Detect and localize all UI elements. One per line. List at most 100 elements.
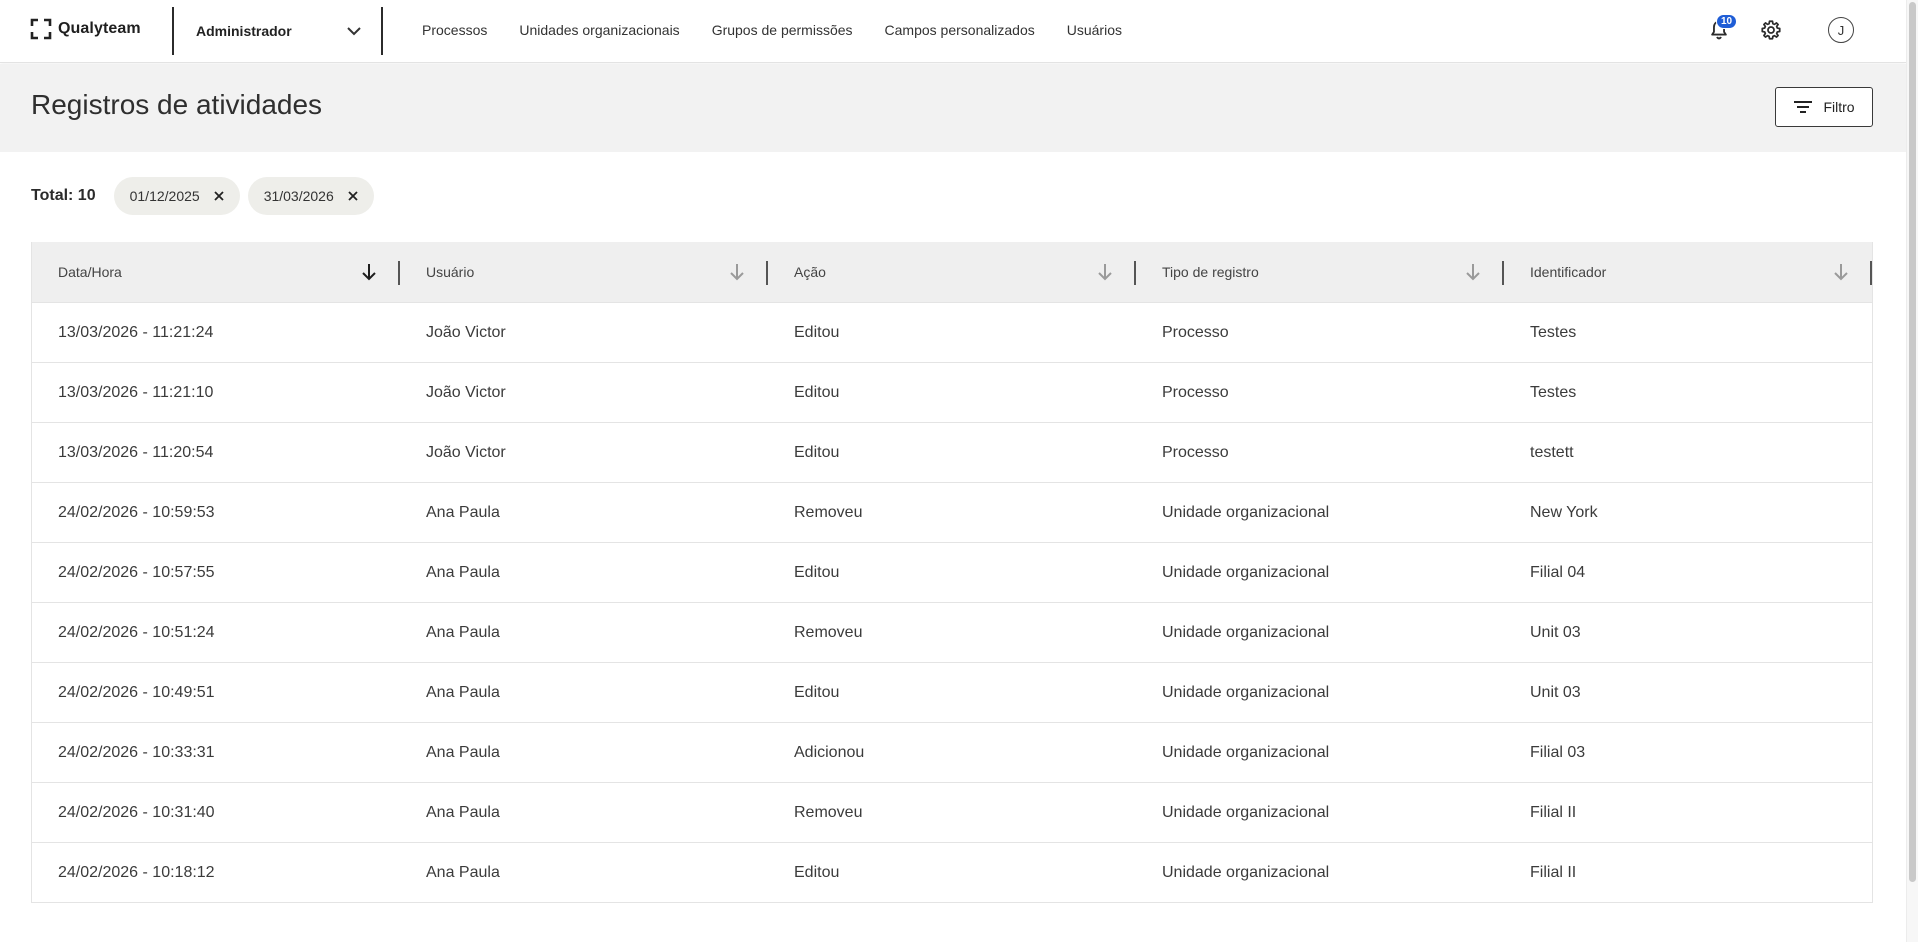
cell-acao: Removeu (794, 803, 863, 821)
chevron-down-icon (347, 27, 361, 36)
cell-acao: Editou (794, 683, 840, 701)
cell-identificador: Testes (1530, 383, 1577, 401)
cell-usuario: Ana Paula (426, 563, 500, 581)
cell-data-hora: 24/02/2026 - 10:31:40 (58, 803, 215, 821)
cell-tipo-de-registro: Unidade organizacional (1162, 623, 1330, 641)
brand-name: Qualyteam (58, 20, 141, 37)
column-header-tipo-de-registro[interactable]: Tipo de registro (1136, 242, 1504, 302)
scrollbar-thumb[interactable] (1909, 2, 1916, 882)
table-row[interactable]: 24/02/2026 - 10:57:55 Ana Paula Editou U… (32, 542, 1872, 602)
role-select[interactable]: Administrador (174, 14, 384, 48)
cell-tipo-de-registro: Unidade organizacional (1162, 503, 1330, 521)
remove-chip-button[interactable] (348, 191, 358, 201)
nav-item-unidades-organizacionais[interactable]: Unidades organizacionais (519, 22, 679, 38)
main-nav: Processos Unidades organizacionais Grupo… (422, 22, 1122, 38)
table-row[interactable]: 24/02/2026 - 10:33:31 Ana Paula Adiciono… (32, 722, 1872, 782)
column-resize-handle[interactable] (1870, 261, 1872, 285)
cell-tipo-de-registro: Unidade organizacional (1162, 803, 1330, 821)
cell-data-hora: 13/03/2026 - 11:21:10 (58, 383, 214, 401)
filter-button[interactable]: Filtro (1775, 87, 1873, 127)
notification-count-badge: 10 (1716, 14, 1738, 29)
column-header-data-hora[interactable]: Data/Hora (32, 242, 400, 302)
sort-arrow-down-icon[interactable] (1464, 262, 1482, 282)
table-row[interactable]: 24/02/2026 - 10:59:53 Ana Paula Removeu … (32, 482, 1872, 542)
sort-arrow-down-icon[interactable] (360, 262, 378, 282)
filter-icon (1794, 101, 1813, 113)
user-avatar[interactable]: J (1828, 17, 1854, 43)
cell-usuario: João Victor (426, 323, 506, 341)
cell-usuario: Ana Paula (426, 803, 500, 821)
close-icon (348, 191, 358, 201)
table-row[interactable]: 13/03/2026 - 11:20:54 João Victor Editou… (32, 422, 1872, 482)
column-header-label: Usuário (426, 264, 475, 280)
nav-item-grupos-de-permissoes[interactable]: Grupos de permissões (712, 22, 853, 38)
cell-tipo-de-registro: Unidade organizacional (1162, 863, 1330, 881)
notifications-button[interactable]: 10 (1704, 14, 1738, 45)
cell-tipo-de-registro: Processo (1162, 323, 1229, 341)
qualyteam-logo-icon (30, 18, 52, 40)
filter-button-label: Filtro (1823, 99, 1855, 115)
cell-identificador: Filial II (1530, 863, 1577, 881)
cell-usuario: Ana Paula (426, 623, 500, 641)
cell-usuario: Ana Paula (426, 743, 500, 761)
top-navbar: Qualyteam Administrador Processos Unidad… (0, 0, 1906, 63)
cell-identificador: Testes (1530, 323, 1577, 341)
remove-chip-button[interactable] (214, 191, 224, 201)
user-initial: J (1837, 22, 1845, 38)
total-count: Total: 10 (31, 187, 96, 204)
cell-identificador: Filial II (1530, 803, 1577, 821)
column-header-label: Ação (794, 264, 826, 280)
cell-acao: Editou (794, 443, 840, 461)
cell-data-hora: 24/02/2026 - 10:18:12 (58, 863, 215, 881)
table-row[interactable]: 24/02/2026 - 10:49:51 Ana Paula Editou U… (32, 662, 1872, 722)
cell-data-hora: 13/03/2026 - 11:20:54 (58, 443, 214, 461)
cell-identificador: Filial 04 (1530, 563, 1586, 581)
page-scrollbar[interactable] (1906, 0, 1918, 942)
cell-identificador: testett (1530, 443, 1574, 461)
role-select-value: Administrador (196, 23, 292, 39)
column-header-acao[interactable]: Ação (768, 242, 1136, 302)
chip-label: 01/12/2025 (129, 188, 200, 204)
active-filters: Total: 10 01/12/2025 31/03/2026 (31, 177, 374, 215)
qualyteam-logo[interactable]: Qualyteam (30, 18, 141, 40)
sort-arrow-down-icon[interactable] (1096, 262, 1114, 282)
top-actions: 10 J (1704, 14, 1854, 45)
settings-button[interactable] (1756, 15, 1786, 45)
nav-item-usuarios[interactable]: Usuários (1067, 22, 1122, 38)
column-header-label: Data/Hora (58, 264, 122, 280)
column-header-label: Identificador (1530, 264, 1607, 280)
cell-identificador: Filial 03 (1530, 743, 1586, 761)
table-row[interactable]: 24/02/2026 - 10:51:24 Ana Paula Removeu … (32, 602, 1872, 662)
table-row[interactable]: 24/02/2026 - 10:18:12 Ana Paula Editou U… (32, 842, 1872, 902)
cell-tipo-de-registro: Processo (1162, 383, 1229, 401)
cell-usuario: Ana Paula (426, 863, 500, 881)
cell-acao: Adicionou (794, 743, 865, 761)
cell-usuario: Ana Paula (426, 503, 500, 521)
cell-usuario: João Victor (426, 383, 506, 401)
chip-label: 31/03/2026 (263, 188, 334, 204)
cell-usuario: Ana Paula (426, 683, 500, 701)
table-header: Data/Hora Usuário Ação Tipo de registro (32, 242, 1872, 302)
cell-identificador: New York (1530, 503, 1598, 521)
nav-divider (381, 7, 383, 55)
table-row[interactable]: 13/03/2026 - 11:21:10 João Victor Editou… (32, 362, 1872, 422)
nav-item-campos-personalizados[interactable]: Campos personalizados (885, 22, 1035, 38)
filter-chip-end-date: 31/03/2026 (247, 177, 374, 215)
column-header-identificador[interactable]: Identificador (1504, 242, 1872, 302)
cell-usuario: João Victor (426, 443, 506, 461)
cell-identificador: Unit 03 (1530, 623, 1581, 641)
table-row[interactable]: 13/03/2026 - 11:21:24 João Victor Editou… (32, 302, 1872, 362)
cell-data-hora: 24/02/2026 - 10:49:51 (58, 683, 215, 701)
table-row[interactable]: 24/02/2026 - 10:31:40 Ana Paula Removeu … (32, 782, 1872, 842)
cell-acao: Editou (794, 863, 840, 881)
cell-tipo-de-registro: Unidade organizacional (1162, 683, 1330, 701)
sort-arrow-down-icon[interactable] (728, 262, 746, 282)
cell-data-hora: 24/02/2026 - 10:51:24 (58, 623, 215, 641)
filter-chip-start-date: 01/12/2025 (113, 177, 240, 215)
sort-arrow-down-icon[interactable] (1832, 262, 1850, 282)
cell-acao: Editou (794, 383, 840, 401)
cell-acao: Editou (794, 323, 840, 341)
column-header-usuario[interactable]: Usuário (400, 242, 768, 302)
cell-acao: Removeu (794, 503, 863, 521)
nav-item-processos[interactable]: Processos (422, 22, 487, 38)
